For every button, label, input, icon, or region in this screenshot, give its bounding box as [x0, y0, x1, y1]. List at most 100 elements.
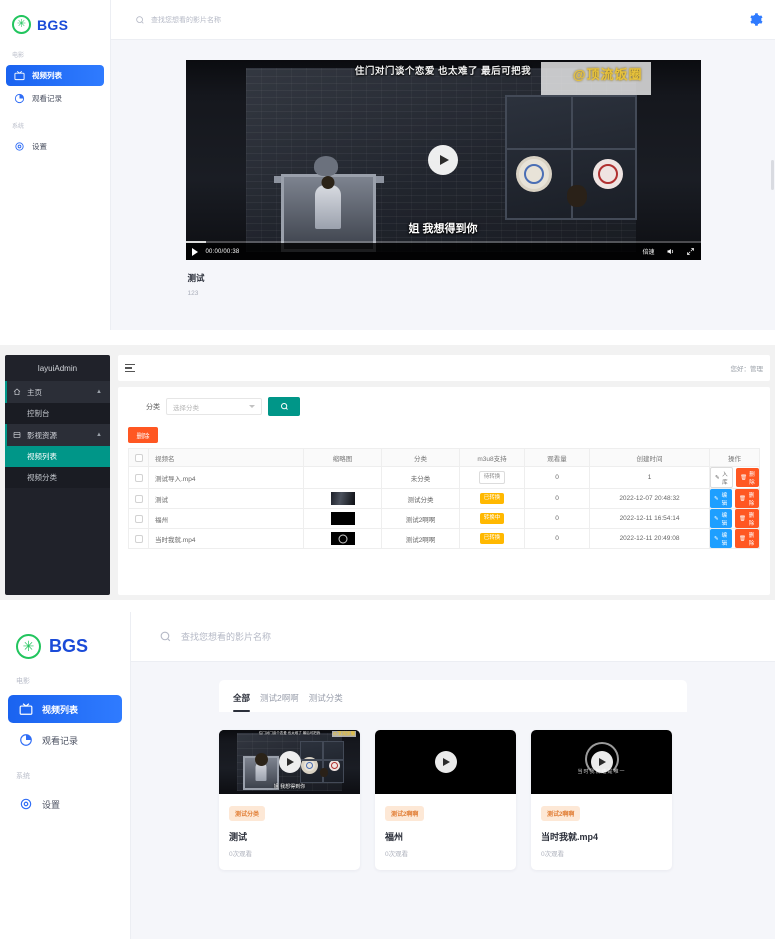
admin-menu-label: 影视资源 — [27, 430, 57, 440]
sidebar-item-watch-history[interactable]: 观看记录 — [8, 726, 122, 754]
edit-button[interactable]: ✎ 编辑 — [710, 489, 733, 508]
list-body: 全部 测试2啊啊 测试分类 住门对门谈个恋爱 也太难了 最后可把我 @顶流饭圈 … — [131, 662, 775, 870]
play-icon[interactable] — [590, 751, 613, 773]
card-title: 测试 — [229, 832, 248, 842]
admin-submenu-video-list[interactable]: 视频列表 — [5, 446, 110, 467]
volume-icon[interactable] — [666, 247, 675, 256]
table-header-row: 视频名 缩略图 分类 m3u8支持 观看量 创建时间 操作 — [128, 448, 760, 467]
row-checkbox-cell[interactable] — [128, 488, 149, 509]
sidebar-item-watch-history[interactable]: 观看记录 — [6, 88, 104, 109]
card-thumbnail[interactable] — [375, 730, 516, 794]
table-row[interactable]: 测试导入.mp4 未分类 待转换 0 1 ✎ 入库 🗑 删除 — [128, 466, 760, 489]
sidebar-item-settings[interactable]: 设置 — [8, 790, 122, 818]
cell-thumb — [303, 508, 382, 529]
table-row[interactable]: 测试 测试分类 已转换 0 2022-12-07 20:48:32 ✎ 编辑 🗑… — [128, 488, 760, 509]
search-placeholder: 查找您想看的影片名称 — [181, 632, 272, 642]
screenshot-root: ✳ BGS 电影 视频列表 观看记录 系统 设置 查找您想看的影片名称 住门对门… — [0, 0, 775, 939]
tab-all[interactable]: 全部 — [233, 692, 251, 712]
checkbox[interactable] — [134, 453, 143, 462]
checkbox[interactable] — [134, 494, 143, 503]
search-placeholder: 查找您想看的影片名称 — [151, 16, 221, 24]
col-created: 创建时间 — [589, 448, 710, 467]
select-all-header[interactable] — [128, 448, 149, 467]
col-m3u8: m3u8支持 — [459, 448, 525, 467]
cell-created: 2022-12-11 20:49:08 — [589, 528, 710, 549]
search-button[interactable] — [268, 397, 300, 416]
table-row[interactable]: 福州 测试2啊啊 转换中 0 2022-12-11 16:54:14 ✎ 编辑 … — [128, 508, 760, 529]
cell-created: 2022-12-07 20:48:32 — [589, 488, 710, 509]
video-card[interactable]: 当时我就这是唯一 测试2啊啊 当时我就.mp4 0次观看 — [531, 730, 672, 870]
hamburger-menu-icon[interactable] — [125, 363, 135, 373]
brand: ✳ BGS — [0, 0, 110, 40]
delete-button[interactable]: 🗑 删除 — [735, 509, 759, 528]
sidebar-item-settings[interactable]: 设置 — [6, 136, 104, 157]
player-controls: 00:00/00:38 倍速 — [185, 243, 701, 260]
video-card[interactable]: 测试2啊啊 福州 0次观看 — [375, 730, 516, 870]
scrollbar[interactable] — [771, 160, 774, 190]
admin-submenu-video-category[interactable]: 视频分类 — [5, 467, 110, 488]
cell-m3u8: 转换中 — [459, 508, 525, 529]
checkbox[interactable] — [134, 514, 143, 523]
card-views: 0次观看 — [229, 851, 253, 858]
table-row[interactable]: 当时我就.mp4 测试2啊啊 已转换 0 2022-12-11 20:49:08… — [128, 528, 760, 549]
delete-button[interactable]: 🗑 删除 — [735, 529, 759, 548]
sidebar-item-video-list[interactable]: 视频列表 — [6, 65, 104, 86]
play-icon[interactable] — [278, 751, 301, 773]
gear-icon — [15, 142, 24, 151]
card-thumbnail[interactable]: 住门对门谈个恋爱 也太难了 最后可把我 @顶流饭圈 姐 我想得到你 — [219, 730, 360, 794]
speed-button[interactable]: 倍速 — [642, 247, 654, 256]
admin-menu-label: 主页 — [27, 387, 42, 397]
edit-button[interactable]: ✎ 编辑 — [710, 529, 733, 548]
edit-button-label: 编辑 — [721, 492, 728, 507]
cell-actions: ✎ 入库 🗑 删除 — [709, 466, 760, 489]
cell-thumb — [303, 488, 382, 509]
user-greeting: 您好：管理 — [730, 366, 764, 373]
thumbnail — [330, 512, 355, 525]
video-player[interactable]: 住门对门谈个恋爱 也太难了 最后可把我 @顶流饭圈 姐 我想得到你 00:00/… — [185, 60, 701, 260]
status-badge: 已转换 — [479, 533, 505, 544]
checkbox[interactable] — [134, 473, 143, 482]
tab-category-1[interactable]: 测试2啊啊 — [260, 692, 299, 712]
edit-button-label: 编辑 — [721, 532, 728, 547]
admin-menu-home[interactable]: 主页 ▲ — [5, 381, 110, 403]
delete-button-label: 删除 — [748, 492, 755, 507]
sidebar-item-label: 设置 — [42, 799, 61, 810]
player-body: 住门对门谈个恋爱 也太难了 最后可把我 @顶流饭圈 姐 我想得到你 00:00/… — [111, 40, 775, 330]
checkbox[interactable] — [134, 534, 143, 543]
delete-button-label: 删除 — [749, 471, 755, 486]
admin-submenu-label: 视频列表 — [27, 452, 57, 461]
tab-category-2[interactable]: 测试分类 — [309, 692, 343, 712]
card-views: 0次观看 — [385, 851, 409, 858]
row-checkbox-cell[interactable] — [128, 528, 149, 549]
sidebar-item-video-list[interactable]: 视频列表 — [8, 695, 122, 723]
fullscreen-icon[interactable] — [686, 247, 695, 256]
gear-icon[interactable] — [748, 12, 763, 27]
edit-button-label: 编辑 — [721, 512, 728, 527]
category-select[interactable]: 选择分类 — [166, 398, 262, 415]
video-card[interactable]: 住门对门谈个恋爱 也太难了 最后可把我 @顶流饭圈 姐 我想得到你 测试分类 测… — [219, 730, 360, 870]
filter-row: 分类 选择分类 — [128, 397, 760, 416]
store-button[interactable]: ✎ 入库 — [710, 467, 734, 488]
row-checkbox-cell[interactable] — [128, 508, 149, 529]
cell-category: 测试2啊啊 — [381, 528, 460, 549]
batch-delete-button[interactable]: 删除 — [128, 427, 158, 443]
cell-thumb — [303, 466, 382, 489]
admin-menu-media[interactable]: 影视资源 ▲ — [5, 424, 110, 446]
thumbnail — [330, 492, 355, 505]
play-icon[interactable] — [434, 751, 457, 773]
edit-button[interactable]: ✎ 编辑 — [710, 509, 733, 528]
play-icon[interactable] — [191, 247, 198, 256]
card-thumbnail[interactable]: 当时我就这是唯一 — [531, 730, 672, 794]
play-icon[interactable] — [428, 145, 458, 175]
col-thumb: 缩略图 — [303, 448, 382, 467]
video-subtitle-bottom: 姐 我想得到你 — [408, 223, 478, 235]
row-checkbox-cell[interactable] — [128, 466, 149, 489]
cell-category: 未分类 — [381, 466, 460, 489]
video-title: 测试 — [187, 273, 205, 283]
delete-button[interactable]: 🗑 删除 — [735, 489, 759, 508]
search-field[interactable]: 查找您想看的影片名称 — [123, 15, 221, 25]
delete-button[interactable]: 🗑 删除 — [736, 468, 759, 487]
search-field[interactable]: 查找您想看的影片名称 — [149, 630, 271, 643]
admin-submenu-console[interactable]: 控制台 — [5, 403, 110, 424]
cell-category: 测试2啊啊 — [381, 508, 460, 529]
